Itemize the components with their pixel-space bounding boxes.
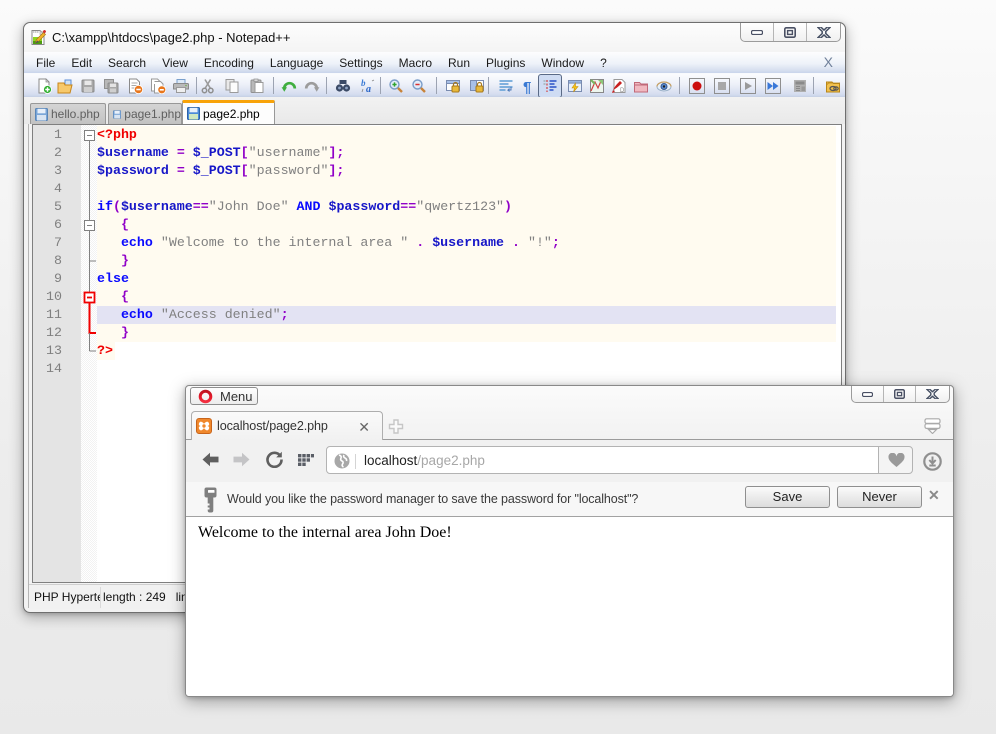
svg-text:¶: ¶ (523, 79, 531, 94)
svg-text:D: D (620, 88, 625, 94)
svg-text:a: a (366, 84, 371, 94)
